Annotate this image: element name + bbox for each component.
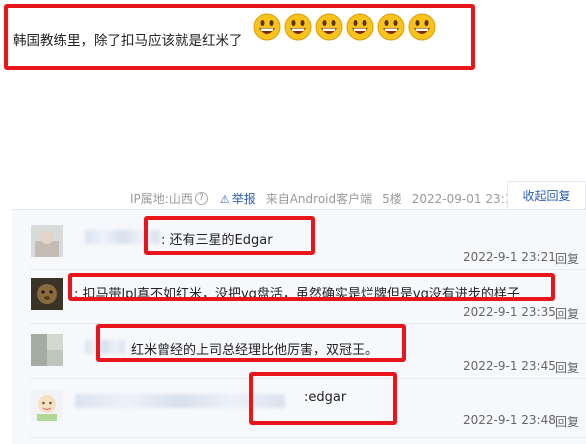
reply-time: 2022-9-1 23:45 bbox=[463, 359, 556, 373]
collapse-replies-button[interactable]: 收起回复 bbox=[507, 181, 586, 209]
post-meta: IP属地:山西 ? ⚠ 举报 来自Android客户端 5楼 2022-09-01… bbox=[130, 190, 520, 207]
post-highlight-box bbox=[4, 4, 475, 70]
floor-number: 5楼 bbox=[382, 192, 402, 206]
avatar[interactable] bbox=[31, 225, 63, 257]
reply-highlight-box bbox=[249, 372, 397, 425]
reply-time: 2022-9-1 23:48 bbox=[463, 413, 556, 427]
help-icon[interactable]: ? bbox=[194, 192, 208, 205]
reply-button[interactable]: 回复 bbox=[555, 250, 579, 267]
reply-button[interactable]: 回复 bbox=[555, 359, 579, 376]
avatar[interactable] bbox=[31, 389, 63, 421]
divider bbox=[30, 437, 586, 438]
post-time: 2022-09-01 23:19 bbox=[411, 191, 520, 206]
reply-button[interactable]: 回复 bbox=[555, 413, 579, 430]
reply-highlight-box bbox=[144, 216, 315, 255]
reply-highlight-box bbox=[68, 273, 555, 301]
client-source: 来自Android客户端 bbox=[265, 192, 373, 206]
reply-button[interactable]: 回复 bbox=[555, 305, 579, 322]
reply-time: 2022-9-1 23:35 bbox=[463, 305, 556, 319]
report-link[interactable]: ⚠ 举报 bbox=[220, 190, 256, 207]
reply-highlight-box bbox=[96, 324, 406, 362]
ip-location: IP属地:山西 bbox=[130, 192, 193, 206]
reply-time: 2022-9-1 23:21 bbox=[463, 250, 556, 264]
avatar[interactable] bbox=[31, 278, 63, 310]
avatar[interactable] bbox=[31, 334, 63, 366]
warning-icon: ⚠ bbox=[219, 193, 230, 206]
divider bbox=[30, 269, 586, 270]
